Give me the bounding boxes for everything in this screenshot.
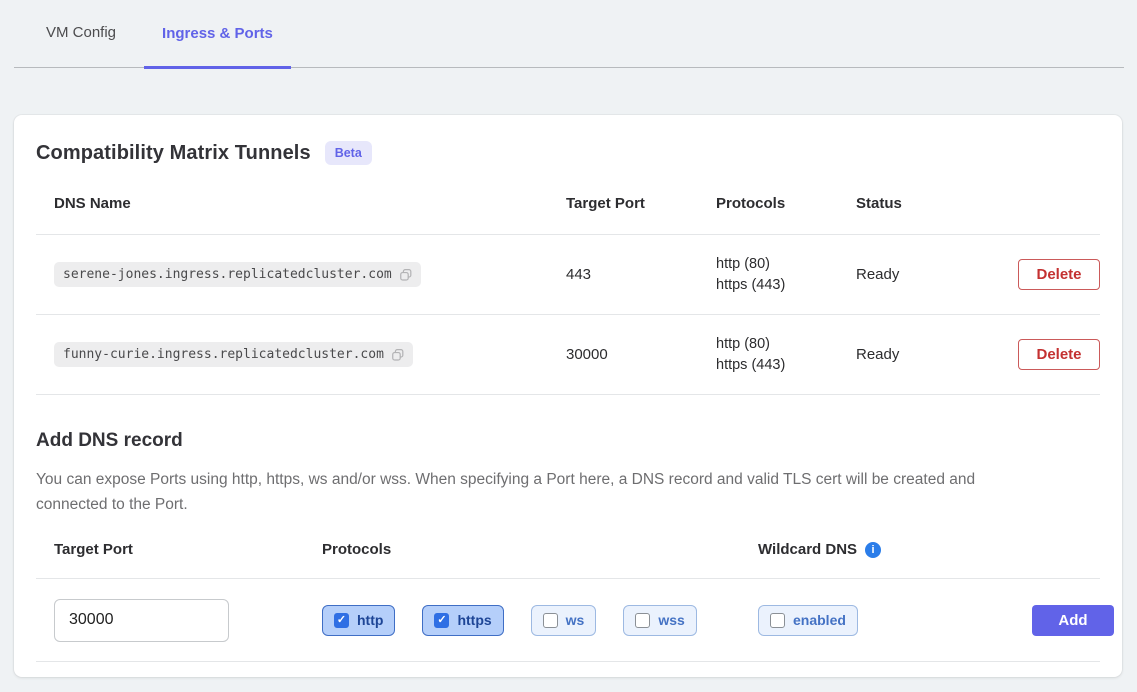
checkbox-icon (334, 613, 349, 628)
dns-name-text: serene-jones.ingress.replicatedcluster.c… (63, 267, 392, 282)
status-value: Ready (856, 266, 996, 283)
tunnels-table-header: DNS Name Target Port Protocols Status (36, 167, 1100, 235)
status-value: Ready (856, 346, 996, 363)
form-col-wildcard-dns: Wildcard DNS (758, 541, 857, 558)
checkbox-icon (434, 613, 449, 628)
protocols-value: http (80) https (443) (716, 334, 856, 376)
target-port-value: 443 (566, 266, 716, 283)
checkbox-label: https (457, 612, 491, 628)
form-col-protocols: Protocols (322, 541, 758, 558)
col-header-dns-name: DNS Name (54, 195, 566, 212)
protocol-checkbox-wss[interactable]: wss (623, 605, 696, 636)
checkbox-label: wss (658, 612, 684, 628)
delete-button[interactable]: Delete (1018, 259, 1100, 290)
col-header-target-port: Target Port (566, 195, 716, 212)
tunnels-panel: Compatibility Matrix Tunnels Beta DNS Na… (14, 115, 1122, 677)
protocol-checkbox-https[interactable]: https (422, 605, 503, 636)
checkbox-label: enabled (793, 612, 846, 628)
protocol-checkbox-ws[interactable]: ws (531, 605, 597, 636)
checkbox-label: http (357, 612, 383, 628)
panel-title: Compatibility Matrix Tunnels (36, 142, 311, 165)
col-header-status: Status (856, 195, 996, 212)
protocol-line: https (443) (716, 275, 856, 296)
dns-name-pill: serene-jones.ingress.replicatedcluster.c… (54, 262, 421, 287)
protocol-checkbox-http[interactable]: http (322, 605, 395, 636)
add-dns-record-title: Add DNS record (36, 430, 1100, 452)
target-port-value: 30000 (566, 346, 716, 363)
wildcard-enabled-checkbox[interactable]: enabled (758, 605, 858, 636)
protocol-line: https (443) (716, 355, 856, 376)
dns-name-pill: funny-curie.ingress.replicatedcluster.co… (54, 342, 413, 367)
tab-vm-config[interactable]: VM Config (44, 24, 118, 67)
delete-button[interactable]: Delete (1018, 339, 1100, 370)
beta-badge: Beta (325, 141, 372, 165)
info-icon[interactable]: i (865, 542, 881, 558)
tab-ingress-and-ports[interactable]: Ingress & Ports (144, 25, 291, 69)
dns-name-text: funny-curie.ingress.replicatedcluster.co… (63, 347, 384, 362)
protocol-line: http (80) (716, 254, 856, 275)
table-row: serene-jones.ingress.replicatedcluster.c… (36, 235, 1100, 315)
add-button[interactable]: Add (1032, 605, 1114, 636)
checkbox-label: ws (566, 612, 585, 628)
col-header-protocols: Protocols (716, 195, 856, 212)
checkbox-icon (770, 613, 785, 628)
copy-icon[interactable] (391, 348, 405, 362)
form-col-target-port: Target Port (54, 541, 322, 558)
copy-icon[interactable] (399, 268, 413, 282)
protocols-value: http (80) https (443) (716, 254, 856, 296)
add-dns-record-description: You can expose Ports using http, https, … (36, 467, 1046, 517)
tab-bar: VM Config Ingress & Ports (14, 0, 1124, 68)
checkbox-icon (635, 613, 650, 628)
protocol-line: http (80) (716, 334, 856, 355)
target-port-input[interactable] (54, 599, 229, 642)
add-dns-form-row: http https ws wss enabled Add (36, 579, 1100, 662)
checkbox-icon (543, 613, 558, 628)
add-dns-form-header: Target Port Protocols Wildcard DNS i (36, 541, 1100, 579)
table-row: funny-curie.ingress.replicatedcluster.co… (36, 315, 1100, 395)
